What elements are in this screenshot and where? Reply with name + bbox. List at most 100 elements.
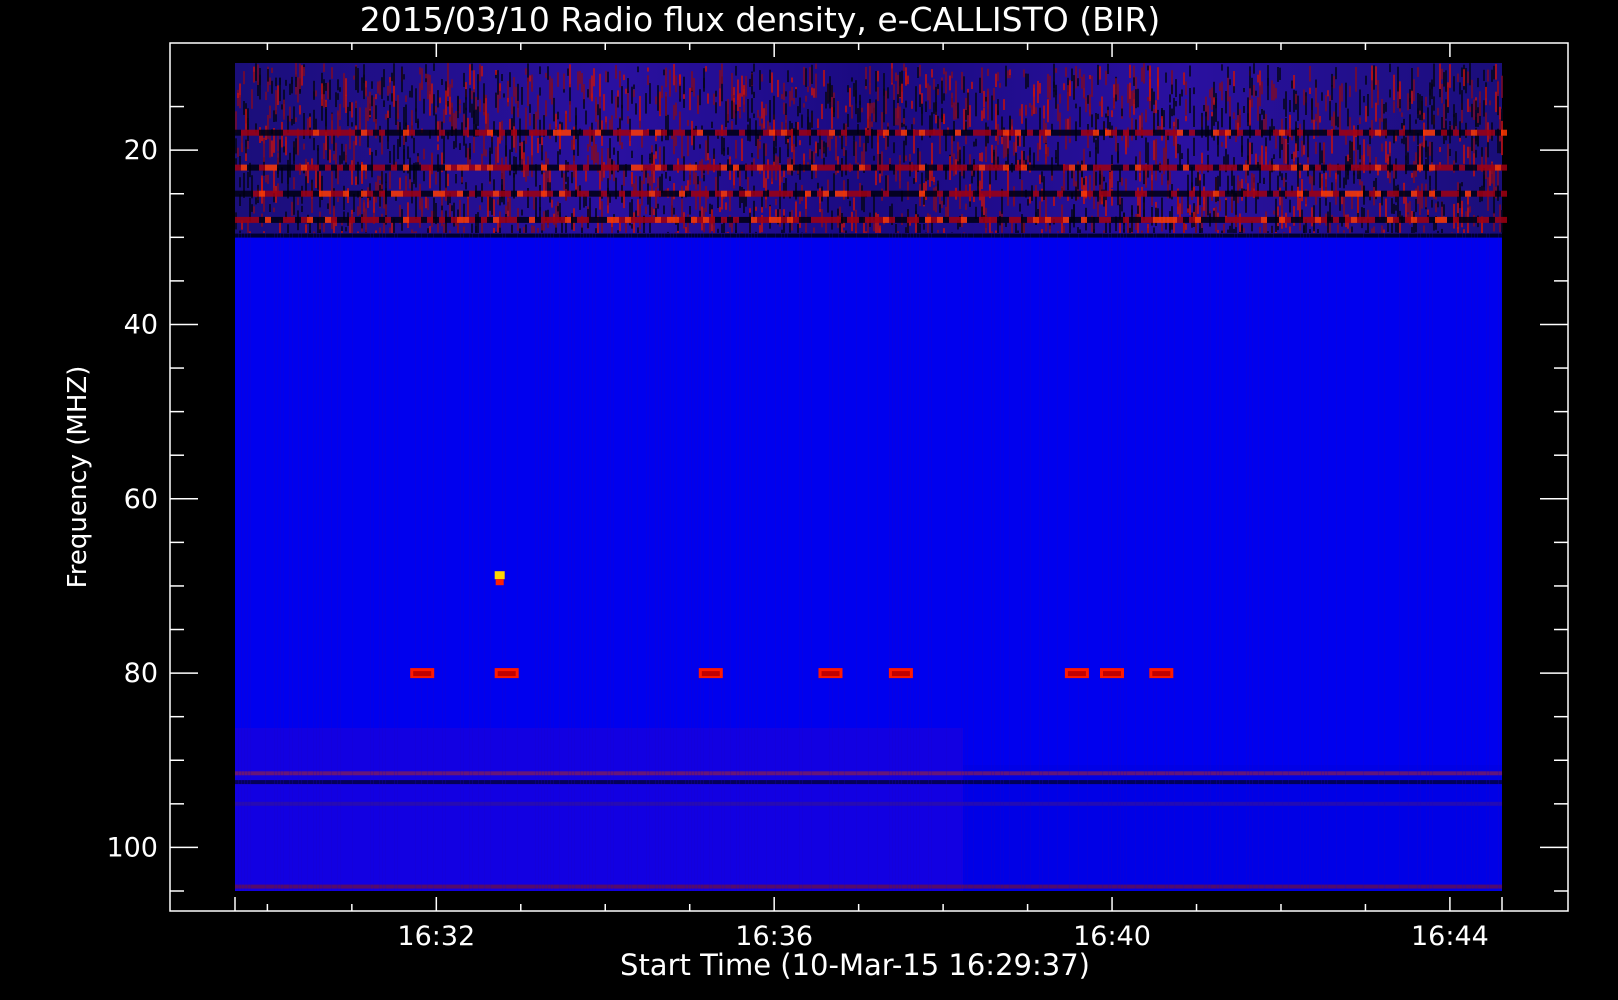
band-segment	[619, 129, 625, 136]
interference-streak	[309, 230, 311, 233]
interference-streak	[537, 95, 539, 106]
interference-streak	[1471, 135, 1473, 151]
band-segment	[397, 216, 403, 223]
band-segment	[733, 190, 739, 197]
interference-streak	[963, 108, 965, 131]
band-segment	[799, 216, 805, 223]
interference-streak	[1425, 140, 1427, 158]
interference-streak	[1007, 168, 1009, 194]
interference-streak	[459, 104, 461, 114]
band-segment	[1255, 164, 1261, 171]
interference-streak	[965, 110, 967, 120]
interference-streak	[1411, 90, 1413, 104]
band-segment	[1447, 129, 1453, 136]
interference-streak	[741, 75, 743, 97]
interference-streak	[243, 71, 245, 85]
band-segment	[1393, 190, 1399, 197]
interference-streak	[495, 70, 497, 75]
interference-streak	[1027, 199, 1029, 206]
interference-streak	[883, 88, 885, 114]
noise-column	[1309, 232, 1310, 891]
band-segment	[1123, 216, 1129, 223]
interference-streak	[1413, 161, 1415, 183]
interference-streak	[265, 91, 267, 101]
interference-streak	[337, 168, 339, 185]
noise-column	[1216, 232, 1217, 891]
band-segment	[763, 164, 769, 171]
band-segment	[649, 216, 655, 223]
band-segment	[967, 164, 973, 171]
interference-streak	[1311, 176, 1313, 193]
band-segment	[607, 190, 613, 197]
band-segment	[715, 129, 721, 136]
interference-streak	[845, 150, 847, 176]
interference-streak	[507, 81, 509, 107]
interference-streak	[991, 231, 993, 233]
interference-streak	[1089, 151, 1091, 158]
interference-streak	[1455, 112, 1457, 127]
interference-streak	[497, 222, 499, 233]
interference-streak	[323, 63, 325, 72]
interference-streak	[1221, 230, 1223, 233]
interference-streak	[751, 153, 753, 158]
band-segment	[415, 164, 421, 171]
band-segment	[1015, 164, 1021, 171]
band-segment	[1315, 164, 1321, 171]
interference-streak	[1485, 147, 1487, 163]
band-segment	[1093, 190, 1099, 197]
interference-streak	[1127, 222, 1129, 233]
interference-streak	[1309, 87, 1311, 94]
interference-streak	[1375, 66, 1377, 85]
interference-streak	[1201, 152, 1203, 164]
interference-streak	[1013, 196, 1015, 205]
interference-streak	[1103, 176, 1105, 182]
noise-column	[1288, 232, 1289, 891]
interference-streak	[245, 108, 247, 130]
band-segment	[1453, 164, 1459, 171]
interference-streak	[1185, 224, 1187, 230]
band-segment	[331, 216, 337, 223]
interference-streak	[795, 89, 797, 98]
interference-streak	[1275, 87, 1277, 99]
interference-streak	[761, 206, 763, 213]
interference-streak	[713, 93, 715, 105]
interference-streak	[1259, 226, 1261, 233]
interference-streak	[653, 160, 655, 183]
interference-streak	[1463, 69, 1465, 87]
noise-column	[844, 232, 845, 891]
band-segment	[379, 216, 385, 223]
band-segment	[1369, 129, 1375, 136]
interference-streak	[451, 102, 453, 127]
band-segment	[331, 190, 337, 197]
interference-streak	[981, 152, 983, 162]
interference-streak	[449, 116, 451, 122]
interference-streak	[981, 170, 983, 190]
band-segment	[985, 216, 991, 223]
interference-streak	[771, 72, 773, 93]
interference-streak	[859, 94, 861, 105]
band-segment	[787, 216, 793, 223]
interference-streak	[539, 87, 541, 96]
band-segment	[913, 216, 919, 223]
band-segment	[1375, 164, 1381, 171]
interference-streak	[1477, 77, 1479, 88]
band-segment	[919, 190, 925, 197]
interference-streak	[675, 102, 677, 116]
interference-streak	[1315, 141, 1317, 154]
interference-streak	[815, 141, 817, 154]
band-segment	[1279, 190, 1285, 197]
interference-streak	[1253, 174, 1255, 189]
interference-streak	[885, 90, 887, 115]
band-segment	[265, 129, 271, 136]
band-segment	[949, 129, 955, 136]
interference-streak	[1461, 90, 1463, 110]
band-segment	[829, 129, 835, 136]
interference-streak	[1285, 139, 1287, 164]
interference-streak	[495, 231, 497, 233]
interference-streak	[1273, 83, 1275, 101]
band-segment	[355, 129, 361, 136]
interference-streak	[585, 110, 587, 125]
noise-column	[1003, 232, 1004, 891]
band-segment	[1417, 164, 1423, 171]
interference-streak	[1425, 96, 1427, 107]
